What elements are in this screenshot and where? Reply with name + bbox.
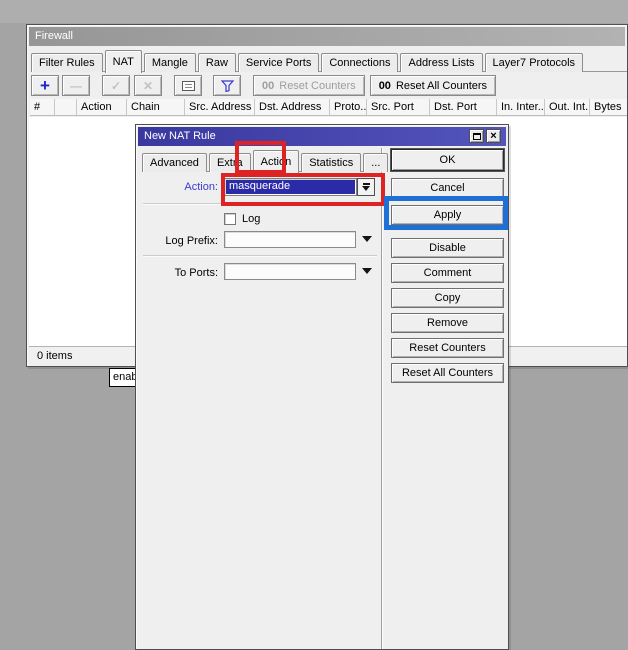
enable-button[interactable]: ✓ bbox=[102, 75, 130, 96]
vertical-separator bbox=[381, 148, 383, 649]
log-checkbox[interactable] bbox=[224, 213, 236, 225]
close-button[interactable]: × bbox=[486, 129, 501, 143]
column-header-src-port[interactable]: Src. Port bbox=[367, 99, 430, 115]
maximize-icon bbox=[473, 133, 481, 140]
reset-counters-button[interactable]: Reset Counters bbox=[391, 338, 504, 358]
ok-button[interactable]: OK bbox=[391, 149, 504, 171]
disable-button[interactable]: ✕ bbox=[134, 75, 162, 96]
tab-layer7-protocols[interactable]: Layer7 Protocols bbox=[485, 53, 584, 72]
apply-button[interactable]: Apply bbox=[391, 205, 504, 225]
action-field-label: Action: bbox=[143, 181, 218, 194]
tab-more[interactable]: ... bbox=[363, 153, 388, 172]
tab-connections[interactable]: Connections bbox=[321, 53, 398, 72]
firewall-toolbar: + — ✓ ✕ 00 Reset Counters 00 Reset All C… bbox=[31, 74, 496, 97]
tab-extra[interactable]: Extra bbox=[209, 153, 251, 172]
log-prefix-label: Log Prefix: bbox=[143, 235, 218, 248]
cross-icon: ✕ bbox=[143, 79, 153, 93]
action-combobox[interactable]: masquerade bbox=[224, 178, 375, 196]
form-separator bbox=[143, 203, 377, 205]
remove-button[interactable]: — bbox=[62, 75, 90, 96]
filter-button[interactable] bbox=[213, 75, 241, 96]
maximize-button[interactable] bbox=[469, 129, 484, 143]
tooltip: enab bbox=[109, 368, 138, 387]
to-ports-input[interactable] bbox=[224, 263, 356, 280]
tab-action[interactable]: Action bbox=[253, 150, 300, 173]
remove-button[interactable]: Remove bbox=[391, 313, 504, 333]
counters-icon: 00 bbox=[379, 80, 391, 92]
filter-icon bbox=[221, 80, 234, 92]
cancel-button[interactable]: Cancel bbox=[391, 178, 504, 198]
counters-icon: 00 bbox=[262, 80, 274, 92]
column-header-chain[interactable]: Chain bbox=[127, 99, 185, 115]
to-ports-dropdown-icon[interactable] bbox=[362, 268, 372, 274]
dialog-tabstrip: AdvancedExtraActionStatistics... bbox=[142, 148, 378, 172]
add-button[interactable]: + bbox=[31, 75, 59, 96]
tab-advanced[interactable]: Advanced bbox=[142, 153, 207, 172]
comment-button[interactable] bbox=[174, 75, 202, 96]
action-selected-value: masquerade bbox=[226, 180, 355, 194]
column-header-in-inter[interactable]: In. Inter... bbox=[497, 99, 545, 115]
reset-all-counters-button[interactable]: 00 Reset All Counters bbox=[370, 75, 496, 96]
column-header-dst-port[interactable]: Dst. Port bbox=[430, 99, 497, 115]
tab-mangle[interactable]: Mangle bbox=[144, 53, 196, 72]
log-checkbox-label: Log bbox=[242, 213, 260, 225]
column-header-src-address[interactable]: Src. Address bbox=[185, 99, 255, 115]
disable-button[interactable]: Disable bbox=[391, 238, 504, 258]
tab-address-lists[interactable]: Address Lists bbox=[400, 53, 482, 72]
tab-nat[interactable]: NAT bbox=[105, 50, 142, 73]
column-header-bytes[interactable]: Bytes bbox=[590, 99, 628, 115]
close-icon: × bbox=[490, 131, 496, 141]
tab-filter-rules[interactable]: Filter Rules bbox=[31, 53, 103, 72]
tab-raw[interactable]: Raw bbox=[198, 53, 236, 72]
to-ports-label: To Ports: bbox=[143, 267, 218, 280]
log-prefix-dropdown-icon[interactable] bbox=[362, 236, 372, 242]
comment-button[interactable]: Comment bbox=[391, 263, 504, 283]
new-nat-rule-dialog: New NAT Rule × AdvancedExtraActionStatis… bbox=[135, 124, 509, 650]
comment-icon bbox=[182, 81, 195, 91]
firewall-title: Firewall bbox=[35, 30, 73, 42]
tooltip-text: enab bbox=[113, 371, 137, 383]
list-header-row: # ActionChainSrc. AddressDst. AddressProt… bbox=[30, 99, 627, 116]
check-icon: ✓ bbox=[111, 79, 121, 93]
column-header-out-int[interactable]: Out. Int... bbox=[545, 99, 590, 115]
dialog-title: New NAT Rule bbox=[144, 130, 216, 142]
tab-service-ports[interactable]: Service Ports bbox=[238, 53, 319, 72]
item-count: 0 items bbox=[37, 350, 72, 362]
log-prefix-input[interactable] bbox=[224, 231, 356, 248]
firewall-titlebar[interactable]: Firewall bbox=[29, 27, 625, 46]
form-separator bbox=[143, 255, 377, 257]
plus-icon: + bbox=[40, 78, 50, 93]
tab-statistics[interactable]: Statistics bbox=[301, 153, 361, 172]
desktop-background bbox=[0, 0, 628, 23]
action-dropdown-button[interactable] bbox=[357, 178, 375, 196]
dropdown-bar-icon bbox=[363, 183, 370, 185]
reset-all-counters-label: Reset All Counters bbox=[396, 80, 487, 92]
column-header-dst-address[interactable]: Dst. Address bbox=[255, 99, 330, 115]
action-combobox-value-area[interactable]: masquerade bbox=[224, 178, 357, 196]
reset-counters-button[interactable]: 00 Reset Counters bbox=[253, 75, 365, 96]
column-header-blank[interactable] bbox=[55, 99, 77, 115]
reset-all-counters-button[interactable]: Reset All Counters bbox=[391, 363, 504, 383]
column-header-action[interactable]: Action bbox=[77, 99, 127, 115]
copy-button[interactable]: Copy bbox=[391, 288, 504, 308]
firewall-tabstrip: Filter RulesNATMangleRawService PortsCon… bbox=[31, 48, 627, 72]
dropdown-arrow-icon bbox=[362, 186, 370, 191]
reset-counters-label: Reset Counters bbox=[279, 80, 355, 92]
column-header-more[interactable]: # bbox=[30, 99, 55, 115]
minus-icon: — bbox=[70, 79, 82, 93]
column-header-proto[interactable]: Proto... bbox=[330, 99, 367, 115]
dialog-titlebar[interactable]: New NAT Rule × bbox=[138, 127, 506, 146]
